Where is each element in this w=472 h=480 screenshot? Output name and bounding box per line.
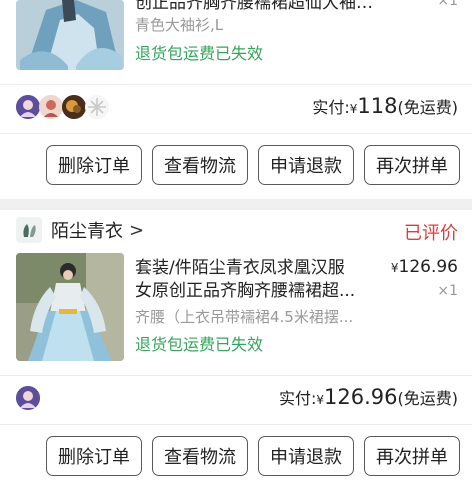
avatar (16, 95, 40, 119)
shop-name: 陌尘青衣 (51, 221, 123, 242)
refund-shipping-note: 退货包运费已失效 (135, 44, 264, 63)
paid-total: 实付:¥118(免运费) (312, 94, 458, 118)
refund-shipping-note: 退货包运费已失效 (135, 335, 264, 354)
order-card-1: 创正品齐胸齐腰襦裙超仙大袖衫… ×1 青色大袖衫,L 退货包运费已失效 实付:¥… (0, 0, 472, 199)
order-status: 已评价 (404, 223, 458, 244)
order-actions: 删除订单 查看物流 申请退款 再次拼单 (46, 145, 460, 185)
card-separator (0, 199, 472, 210)
divider (0, 133, 472, 134)
product-image[interactable] (16, 253, 124, 361)
product-quantity: ×1 (437, 0, 458, 9)
product-title[interactable]: 套装/件陌尘青衣凤求凰汉服 女原创正品齐胸齐腰襦裙超... (135, 257, 375, 303)
divider (0, 375, 472, 376)
delete-order-button[interactable]: 删除订单 (46, 436, 142, 476)
chevron-right-icon: > (129, 219, 145, 241)
view-logistics-button[interactable]: 查看物流 (152, 436, 248, 476)
reorder-group-button[interactable]: 再次拼单 (364, 436, 460, 476)
request-refund-button[interactable]: 申请退款 (258, 436, 354, 476)
avatar (16, 386, 40, 410)
paid-total: 实付:¥126.96(免运费) (278, 385, 458, 409)
divider (0, 84, 472, 85)
shop-logo (16, 217, 42, 243)
avatar (62, 95, 86, 119)
product-image[interactable] (16, 0, 124, 70)
group-member-avatars[interactable] (16, 386, 40, 412)
product-spec: 齐腰（上衣吊带襦裙4.5米裙摆... (135, 308, 354, 326)
group-member-avatars[interactable] (16, 95, 109, 121)
request-refund-button[interactable]: 申请退款 (258, 145, 354, 185)
view-logistics-button[interactable]: 查看物流 (152, 145, 248, 185)
shop-header[interactable]: 陌尘青衣 > (16, 215, 144, 245)
delete-order-button[interactable]: 删除订单 (46, 145, 142, 185)
order-card-2: 陌尘青衣 > 已评价 套装/件陌尘青衣凤求凰汉服 女原创正品齐胸齐腰襦裙超...… (0, 210, 472, 480)
divider (0, 424, 472, 425)
product-price: ¥126.96 (390, 257, 458, 277)
product-title[interactable]: 创正品齐胸齐腰襦裙超仙大袖衫… (135, 0, 375, 15)
product-spec: 青色大袖衫,L (135, 16, 224, 34)
avatar (85, 95, 109, 119)
avatar (39, 95, 63, 119)
order-actions: 删除订单 查看物流 申请退款 再次拼单 (46, 436, 460, 476)
reorder-group-button[interactable]: 再次拼单 (364, 145, 460, 185)
product-quantity: ×1 (437, 283, 458, 299)
